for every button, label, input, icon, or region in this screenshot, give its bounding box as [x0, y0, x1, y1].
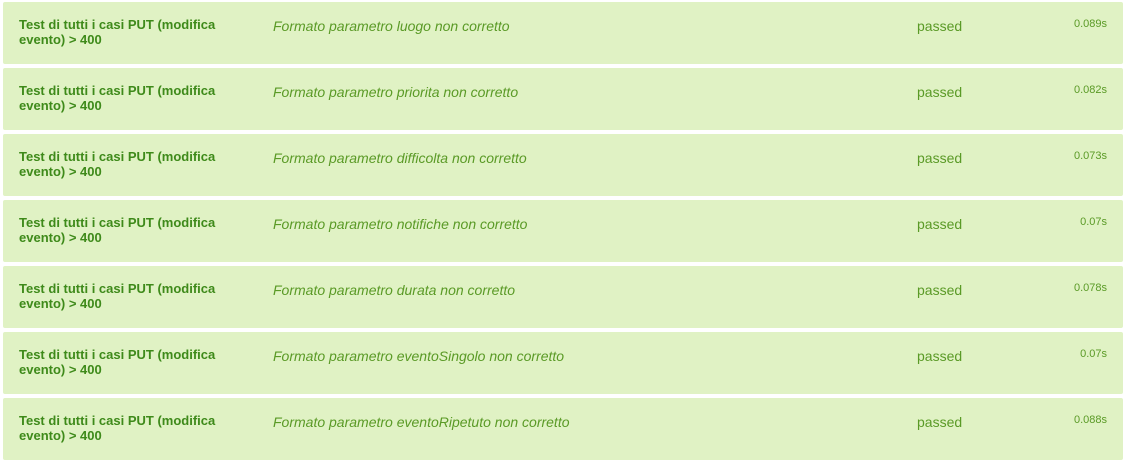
test-result-row[interactable]: Test di tutti i casi PUT (modifica event… [3, 68, 1123, 130]
duration-value: 0.088s [1073, 414, 1107, 426]
duration-value: 0.082s [1073, 84, 1107, 96]
suite-name: Test di tutti i casi PUT (modifica event… [19, 347, 216, 377]
status-label: passed [917, 18, 963, 34]
suite-name: Test di tutti i casi PUT (modifica event… [19, 17, 216, 47]
test-result-row[interactable]: Test di tutti i casi PUT (modifica event… [3, 134, 1123, 196]
status-label: passed [917, 414, 963, 430]
test-title: Formato parametro notifiche non corretto [273, 216, 528, 232]
test-results-list: Test di tutti i casi PUT (modifica event… [3, 2, 1123, 464]
status-label: passed [917, 150, 963, 166]
test-result-row[interactable]: Test di tutti i casi PUT (modifica event… [3, 332, 1123, 394]
status-label: passed [917, 282, 963, 298]
test-title: Formato parametro eventoSingolo non corr… [273, 348, 565, 364]
status-label: passed [917, 84, 963, 100]
suite-name: Test di tutti i casi PUT (modifica event… [19, 215, 216, 245]
test-result-row[interactable]: Test di tutti i casi PUT (modifica event… [3, 2, 1123, 64]
status-label: passed [917, 216, 963, 232]
duration-value: 0.078s [1073, 282, 1107, 294]
duration-value: 0.073s [1073, 150, 1107, 162]
test-title: Formato parametro eventoRipetuto non cor… [273, 414, 570, 430]
suite-name: Test di tutti i casi PUT (modifica event… [19, 149, 216, 179]
test-title: Formato parametro luogo non corretto [273, 18, 510, 34]
test-title: Formato parametro difficolta non corrett… [273, 150, 527, 166]
suite-name: Test di tutti i casi PUT (modifica event… [19, 281, 216, 311]
test-result-row[interactable]: Test di tutti i casi PUT (modifica event… [3, 200, 1123, 262]
test-title: Formato parametro durata non corretto [273, 282, 516, 298]
suite-name: Test di tutti i casi PUT (modifica event… [19, 413, 216, 443]
test-result-row[interactable]: Test di tutti i casi PUT (modifica event… [3, 398, 1123, 460]
duration-value: 0.07s [1080, 216, 1107, 228]
suite-name: Test di tutti i casi PUT (modifica event… [19, 83, 216, 113]
duration-value: 0.07s [1080, 348, 1107, 360]
test-title: Formato parametro priorita non corretto [273, 84, 519, 100]
status-label: passed [917, 348, 963, 364]
test-result-row[interactable]: Test di tutti i casi PUT (modifica event… [3, 266, 1123, 328]
duration-value: 0.089s [1073, 18, 1107, 30]
